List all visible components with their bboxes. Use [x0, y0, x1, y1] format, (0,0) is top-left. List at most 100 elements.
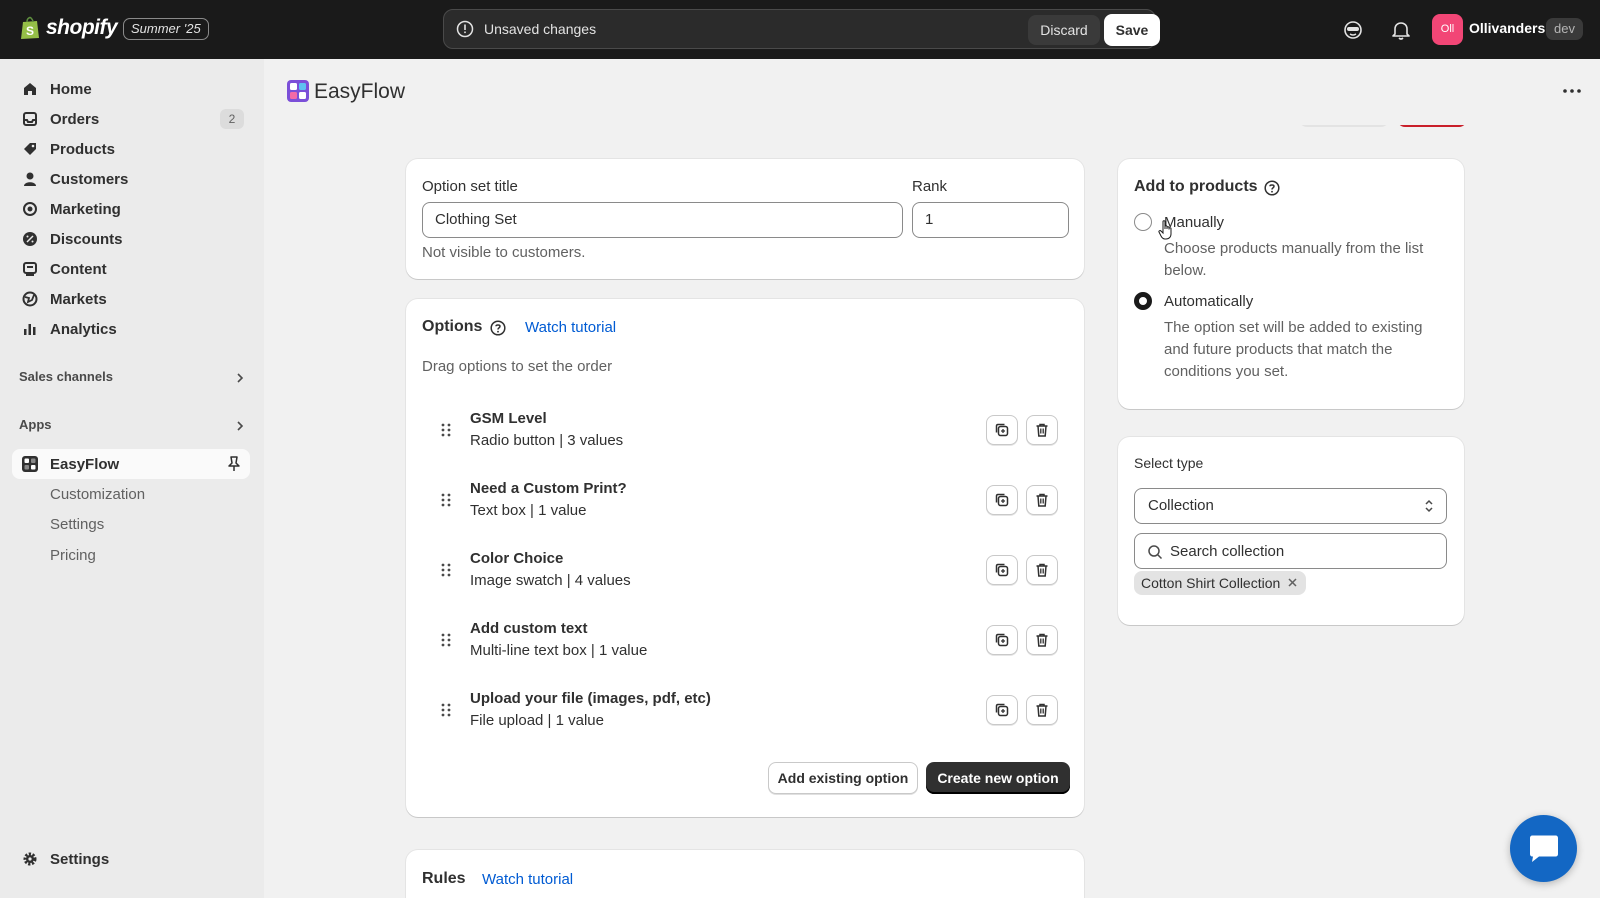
duplicate-icon [995, 563, 1009, 577]
automatically-radio[interactable] [1134, 292, 1152, 310]
trash-icon [1036, 423, 1048, 437]
select-type-card: Select type Collection Cotton Shirt Coll… [1118, 437, 1464, 625]
sidebar-item-label: Products [50, 140, 116, 158]
option-name: Need a Custom Print? [470, 480, 627, 497]
delete-option-button[interactable] [1026, 555, 1058, 585]
rules-watch-tutorial-link[interactable]: Watch tutorial [482, 871, 573, 888]
sidebar-item-customers[interactable]: Customers [12, 164, 250, 194]
manually-radio-description: Choose products manually from the list b… [1164, 240, 1424, 279]
easyflow-app-icon [21, 455, 39, 473]
main-content: EasyFlow Option set title Clothing Set R… [264, 59, 1600, 898]
add-existing-option-button[interactable]: Add existing option [768, 762, 918, 794]
sidebar-item-label: Customers [50, 170, 129, 188]
options-drag-hint: Drag options to set the order [422, 358, 613, 375]
help-circle-icon[interactable] [1264, 180, 1280, 196]
home-icon [21, 80, 39, 98]
shopify-bag-icon: S [21, 16, 39, 39]
rank-label: Rank [912, 178, 948, 195]
help-circle-icon[interactable] [490, 320, 506, 336]
sidebar-item-marketing[interactable]: Marketing [12, 194, 250, 224]
duplicate-option-button[interactable] [986, 555, 1018, 585]
select-type-label: Select type [1134, 455, 1204, 471]
orders-count-badge: 2 [220, 109, 244, 129]
duplicate-option-button[interactable] [986, 485, 1018, 515]
sidebar-item-markets[interactable]: Markets [12, 284, 250, 314]
option-name: Add custom text [470, 620, 588, 637]
sidebar-item-label: Marketing [50, 200, 121, 218]
sidebar-item-analytics[interactable]: Analytics [12, 314, 250, 344]
more-actions-icon[interactable] [1562, 87, 1582, 95]
sidebar-subitem-settings[interactable]: Settings [50, 516, 104, 533]
option-name: Color Choice [470, 550, 564, 567]
sidebar-item-discounts[interactable]: Discounts [12, 224, 250, 254]
content-icon [21, 260, 39, 278]
store-avatar[interactable]: Oll [1432, 14, 1463, 45]
chevron-right-icon[interactable] [234, 420, 246, 432]
duplicate-option-button[interactable] [986, 625, 1018, 655]
rank-input[interactable]: 1 [912, 202, 1069, 238]
drag-handle-icon[interactable] [440, 702, 452, 718]
sidebar-item-products[interactable]: Products [12, 134, 250, 164]
select-type-dropdown[interactable]: Collection [1134, 488, 1447, 524]
drag-handle-icon[interactable] [440, 492, 452, 508]
sidebar-item-settings[interactable]: Settings [12, 844, 250, 874]
option-set-title-input[interactable]: Clothing Set [422, 202, 903, 238]
options-title: Options [422, 318, 483, 335]
duplicate-icon [995, 703, 1009, 717]
chat-support-button[interactable] [1510, 815, 1577, 882]
automatically-radio-description: The option set will be added to existing… [1164, 319, 1423, 380]
tag-icon [21, 140, 39, 158]
sidebar-item-content[interactable]: Content [12, 254, 250, 284]
select-arrows-icon [1425, 499, 1433, 513]
duplicate-option-button[interactable] [986, 695, 1018, 725]
create-new-option-button[interactable]: Create new option [926, 762, 1070, 794]
manually-radio[interactable] [1134, 213, 1152, 231]
shopify-logo[interactable]: S shopify [20, 16, 118, 40]
unsaved-changes-bar: Unsaved changes Discard Save [443, 9, 1160, 49]
duplicate-option-button[interactable] [986, 415, 1018, 445]
chevron-right-icon[interactable] [234, 372, 246, 384]
sidebar-subitem-pricing[interactable]: Pricing [50, 547, 96, 564]
globe-icon [21, 290, 39, 308]
pin-icon[interactable] [226, 455, 242, 473]
sidekick-icon[interactable] [1342, 19, 1364, 41]
sidebar-item-home[interactable]: Home [12, 74, 250, 104]
store-name[interactable]: Ollivanders [1469, 20, 1545, 36]
person-icon [21, 170, 39, 188]
delete-option-button[interactable] [1026, 485, 1058, 515]
target-icon [21, 200, 39, 218]
svg-text:S: S [26, 24, 34, 38]
trash-icon [1036, 563, 1048, 577]
delete-option-button[interactable] [1026, 695, 1058, 725]
search-collection-input[interactable] [1170, 534, 1430, 568]
add-to-products-card: Add to products Manually Choose products… [1118, 159, 1464, 409]
gear-icon [21, 850, 39, 868]
search-collection-field[interactable] [1134, 533, 1447, 569]
trash-icon [1036, 633, 1048, 647]
drag-handle-icon[interactable] [440, 562, 452, 578]
automatically-radio-label[interactable]: Automatically [1164, 293, 1253, 310]
discount-icon [21, 230, 39, 248]
sidebar-subitem-customization[interactable]: Customization [50, 486, 145, 503]
apps-heading[interactable]: Apps [19, 417, 52, 432]
collection-tag-label: Cotton Shirt Collection [1141, 575, 1281, 591]
drag-handle-icon[interactable] [440, 422, 452, 438]
delete-option-button[interactable] [1026, 625, 1058, 655]
save-button[interactable]: Save [1104, 14, 1160, 46]
sales-channels-heading[interactable]: Sales channels [19, 369, 113, 384]
option-description: Image swatch | 4 values [470, 572, 631, 589]
sidebar-item-orders[interactable]: Orders 2 [12, 104, 250, 134]
delete-option-button[interactable] [1026, 415, 1058, 445]
discard-button[interactable]: Discard [1028, 15, 1100, 45]
edition-badge[interactable]: Summer '25 [123, 18, 209, 40]
sidebar-item-label: EasyFlow [50, 455, 120, 473]
close-icon[interactable] [1287, 577, 1298, 588]
bar-chart-icon [21, 320, 39, 338]
bell-icon[interactable] [1390, 19, 1412, 41]
drag-handle-icon[interactable] [440, 632, 452, 648]
option-name: Upload your file (images, pdf, etc) [470, 690, 711, 707]
sidebar-item-label: Markets [50, 290, 107, 308]
options-watch-tutorial-link[interactable]: Watch tutorial [525, 319, 616, 336]
duplicate-icon [995, 423, 1009, 437]
sidebar-item-easyflow[interactable]: EasyFlow [12, 449, 250, 479]
